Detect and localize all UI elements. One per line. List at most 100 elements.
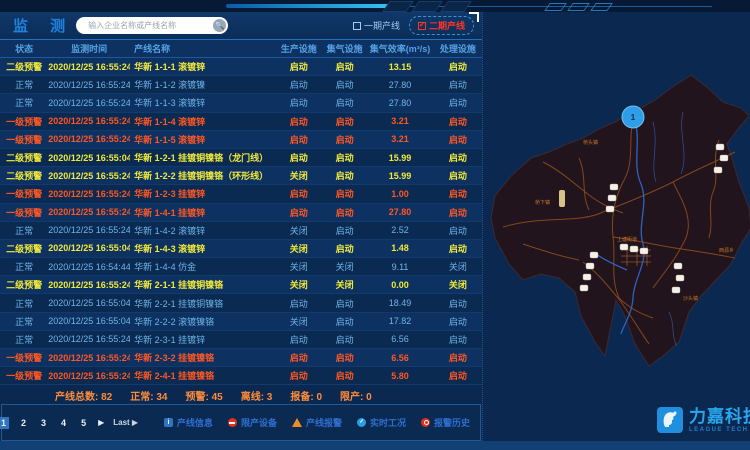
search-input[interactable] <box>86 20 213 31</box>
cell-status: 一级预警 <box>0 206 48 219</box>
table-row[interactable]: 二级预警2020/12/25 16:55:24华新 1-2-2 挂镀铜镍铬（环形… <box>0 167 482 185</box>
table-row[interactable]: 二级预警2020/12/25 16:55:04华新 1-4-3 滚镀锌关闭启动1… <box>0 240 482 258</box>
map-panel[interactable]: 1 桥头镇桥下镇上塘街道西源乡沙头镇 <box>482 12 750 441</box>
map-place-label: 桥头镇 <box>583 139 598 146</box>
phase1-checkbox[interactable]: 一期产线 <box>353 19 400 32</box>
cell-treat: 启动 <box>434 297 482 310</box>
table-row[interactable]: 一级预警2020/12/25 16:55:24华新 1-4-1 挂镀锌启动启动2… <box>0 204 482 222</box>
last-page-button[interactable]: Last ▶ <box>113 418 138 427</box>
legend-restricted-device[interactable]: 限产设备 <box>228 416 277 429</box>
table-row[interactable]: 二级预警2020/12/25 16:55:04华新 1-2-1 挂镀铜镍铬（龙门… <box>0 149 482 167</box>
table-row[interactable]: 二级预警2020/12/25 16:55:24华新 1-1-1 滚镀锌启动启动1… <box>0 58 482 76</box>
cell-status: 一级预警 <box>0 369 48 382</box>
table-row[interactable]: 正常2020/12/25 16:54:44华新 1-4-4 仿金关闭关闭9.11… <box>0 258 482 276</box>
cell-status: 正常 <box>0 96 48 109</box>
cell-gas: 关闭 <box>323 260 366 273</box>
cell-name: 华新 1-1-2 滚镀镍 <box>130 78 275 91</box>
alarm-history-icon <box>421 418 430 427</box>
cell-prod: 启动 <box>275 351 323 364</box>
decor-tabs <box>386 1 468 12</box>
table-row[interactable]: 一级预警2020/12/25 16:55:24华新 1-1-4 滚镀锌启动启动3… <box>0 113 482 131</box>
cell-eff: 27.80 <box>366 80 433 90</box>
table-row[interactable]: 正常2020/12/25 16:55:04华新 2-2-1 挂镀铜镍铬启动启动1… <box>0 294 482 312</box>
next-page-icon[interactable]: ▶ <box>98 418 104 427</box>
landmark-marker[interactable] <box>559 190 565 207</box>
page-button[interactable]: 5 <box>78 417 89 429</box>
search-box: 🔍 <box>76 17 228 34</box>
cell-name: 华新 1-1-3 滚镀锌 <box>130 96 275 109</box>
cell-eff: 0.00 <box>366 280 433 290</box>
cell-gas: 启动 <box>323 133 366 146</box>
cell-name: 华新 1-4-1 挂镀锌 <box>130 206 275 219</box>
cell-time: 2020/12/25 16:55:24 <box>48 225 130 235</box>
cell-time: 2020/12/25 16:55:04 <box>48 316 130 326</box>
header-bar: 监 测 🔍 一期产线 ✔ 二期产线 <box>0 12 482 40</box>
legend-realtime-status[interactable]: 实时工况 <box>357 416 406 429</box>
cell-prod: 启动 <box>275 151 323 164</box>
legend-label: 报警历史 <box>434 416 470 429</box>
company-logo: 力嘉科技 LEAGUE TECH <box>657 407 750 433</box>
cell-status: 正常 <box>0 333 48 346</box>
phase2-checkbox[interactable]: ✔ 二期产线 <box>409 16 474 35</box>
cell-treat: 启动 <box>434 333 482 346</box>
cell-prod: 启动 <box>275 96 323 109</box>
cell-treat: 启动 <box>434 187 482 200</box>
restricted-device-icon <box>228 418 237 427</box>
cell-eff: 6.56 <box>366 334 433 344</box>
cell-gas: 启动 <box>323 224 366 237</box>
table-row[interactable]: 正常2020/12/25 16:55:04华新 2-2-2 滚镀镍铬关闭启动17… <box>0 313 482 331</box>
table-row[interactable]: 一级预警2020/12/25 16:55:24华新 1-1-5 滚镀锌启动启动3… <box>0 131 482 149</box>
logo-en: LEAGUE TECH <box>689 427 750 433</box>
cell-gas: 启动 <box>323 115 366 128</box>
summary-item: 预警: 45 <box>185 388 222 403</box>
cell-gas: 启动 <box>323 78 366 91</box>
pagination: 12345 ▶ Last ▶ <box>0 417 138 429</box>
cell-time: 2020/12/25 16:55:24 <box>48 98 130 108</box>
table-row[interactable]: 一级预警2020/12/25 16:55:24华新 2-4-1 挂镀镍铬启动启动… <box>0 367 482 385</box>
page-button[interactable]: 4 <box>58 417 69 429</box>
table-row[interactable]: 正常2020/12/25 16:55:24华新 2-3-1 挂镀锌启动启动6.5… <box>0 331 482 349</box>
cell-gas: 启动 <box>323 206 366 219</box>
cell-treat: 启动 <box>434 224 482 237</box>
cell-gas: 启动 <box>323 297 366 310</box>
legend-line-info[interactable]: i产线信息 <box>164 416 213 429</box>
page-button[interactable]: 3 <box>38 417 49 429</box>
summary-item: 产线总数: 82 <box>55 388 112 403</box>
cell-gas: 启动 <box>323 333 366 346</box>
table-row[interactable]: 二级预警2020/12/25 16:55:24华新 2-1-1 挂镀铜镍铬关闭关… <box>0 276 482 294</box>
summary-bar: 产线总数: 82正常: 34预警: 45离线: 3报备: 0限产: 0 <box>0 386 482 404</box>
cell-gas: 启动 <box>323 187 366 200</box>
table-row[interactable]: 一级预警2020/12/25 16:55:24华新 2-3-2 挂镀镍铬启动启动… <box>0 349 482 367</box>
table-row[interactable]: 正常2020/12/25 16:55:24华新 1-1-2 滚镀镍启动启动27.… <box>0 76 482 94</box>
column-header: 产线名称 <box>130 42 275 55</box>
legend-alarm-history[interactable]: 报警历史 <box>421 416 470 429</box>
cell-status: 一级预警 <box>0 351 48 364</box>
cell-name: 华新 2-1-1 挂镀铜镍铬 <box>130 278 275 291</box>
table-row[interactable]: 一级预警2020/12/25 16:55:24华新 1-2-3 挂镀锌启动启动1… <box>0 185 482 203</box>
legend-line-alert[interactable]: 产线报警 <box>292 416 342 429</box>
cell-eff: 18.49 <box>366 298 433 308</box>
table-row[interactable]: 正常2020/12/25 16:55:24华新 1-4-2 滚镀锌关闭启动2.5… <box>0 222 482 240</box>
cell-name: 华新 2-3-1 挂镀锌 <box>130 333 275 346</box>
cell-eff: 17.82 <box>366 316 433 326</box>
search-icon[interactable]: 🔍 <box>213 19 226 32</box>
logo-cn: 力嘉科技 <box>689 408 750 425</box>
line-alert-icon <box>292 418 302 427</box>
page-button[interactable]: 2 <box>18 417 29 429</box>
cell-gas: 启动 <box>323 369 366 382</box>
cell-time: 2020/12/25 16:55:24 <box>48 207 130 217</box>
cell-eff: 5.80 <box>366 371 433 381</box>
cell-eff: 2.52 <box>366 225 433 235</box>
table-row[interactable]: 正常2020/12/25 16:55:24华新 1-1-3 滚镀锌启动启动27.… <box>0 94 482 112</box>
cell-prod: 启动 <box>275 206 323 219</box>
column-header: 处理设施 <box>434 42 482 55</box>
realtime-status-icon <box>357 418 366 427</box>
cell-status: 正常 <box>0 78 48 91</box>
bottom-bar: 12345 ▶ Last ▶ i产线信息 限产设备 产线报警 实时工况 报警历史 <box>1 404 481 441</box>
cell-status: 二级预警 <box>0 60 48 73</box>
cell-status: 二级预警 <box>0 242 48 255</box>
cell-name: 华新 1-2-1 挂镀铜镍铬（龙门线） <box>130 151 275 164</box>
phase-filter-group: 一期产线 ✔ 二期产线 <box>353 16 474 35</box>
page-button[interactable]: 1 <box>0 417 9 429</box>
page-title: 监 测 <box>13 15 74 36</box>
